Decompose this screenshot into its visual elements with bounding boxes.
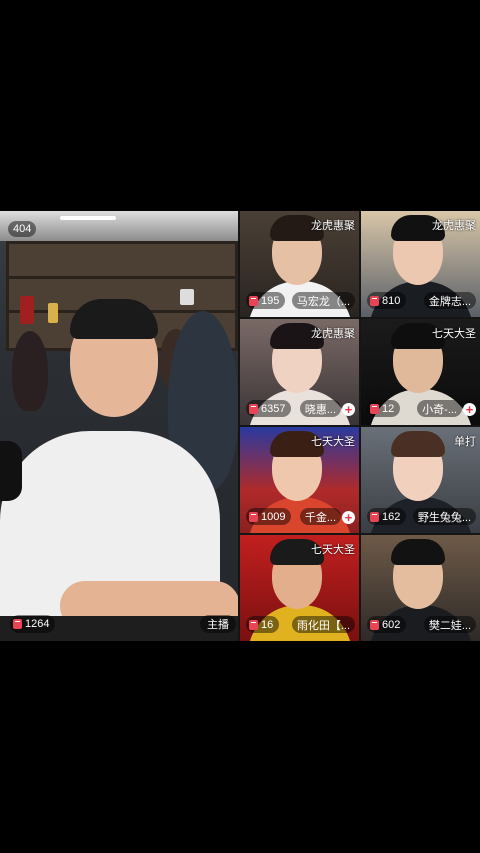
- guest-gift-count: 195: [246, 292, 286, 309]
- guest-gift-count: 810: [367, 292, 407, 309]
- guest-name[interactable]: 千金...: [299, 508, 341, 525]
- guest-gift-count: 602: [367, 616, 407, 633]
- guest-tile[interactable]: 龙虎惠聚 810 金牌志...: [361, 211, 480, 317]
- host-gift-count-value: 1264: [25, 618, 50, 630]
- guest-badge: 七天大圣: [311, 436, 355, 448]
- guest-gift-count: 12: [367, 400, 401, 417]
- guest-name-label: 小奇-...: [422, 403, 457, 416]
- guest-gift-count-value: 12: [382, 402, 395, 415]
- guest-name-label: 千金...: [304, 511, 336, 524]
- guest-name[interactable]: 雨化田【...: [291, 616, 355, 633]
- guest-tile[interactable]: 七天大圣 16 雨化田【...: [240, 535, 359, 641]
- guest-name[interactable]: 晓惠...: [299, 400, 341, 417]
- gift-icon: [249, 511, 258, 522]
- guest-gift-count: 1009: [246, 508, 292, 525]
- guest-gift-count: 6357: [246, 400, 292, 417]
- guest-name-label: 晓惠...: [304, 403, 336, 416]
- guest-name[interactable]: 樊二娃...: [423, 616, 476, 633]
- guest-badge: 单打: [454, 436, 476, 448]
- guest-badge: 龙虎惠聚: [311, 328, 355, 340]
- gift-icon: [370, 295, 379, 306]
- guest-gift-count: 162: [367, 508, 407, 525]
- guest-gift-count-value: 810: [382, 294, 401, 307]
- guest-badge: 龙虎惠聚: [311, 220, 355, 232]
- gift-icon: [249, 619, 258, 630]
- guest-name-label: 马宏龙（...: [296, 295, 350, 308]
- host-video[interactable]: 404 1264 主播: [0, 211, 238, 641]
- gift-icon: [249, 403, 258, 414]
- gift-icon: [370, 619, 379, 630]
- host-gift-count: 1264: [10, 615, 56, 633]
- follow-plus-icon[interactable]: +: [342, 403, 355, 416]
- guest-tile[interactable]: 龙虎惠聚 195 马宏龙（...: [240, 211, 359, 317]
- guest-name[interactable]: 金牌志...: [423, 292, 476, 309]
- guest-gift-count: 16: [246, 616, 280, 633]
- guest-gift-count-value: 602: [382, 618, 401, 631]
- host-role-label: 主播: [207, 619, 229, 631]
- microphone: [0, 441, 22, 501]
- host-role-tag: 主播: [200, 615, 236, 633]
- guest-tile[interactable]: 七天大圣 12 小奇-... +: [361, 319, 480, 425]
- guest-badge: 七天大圣: [432, 328, 476, 340]
- gift-icon: [13, 619, 22, 629]
- guest-gift-count-value: 162: [382, 510, 401, 523]
- guest-gift-count-value: 195: [261, 294, 280, 307]
- guest-tile[interactable]: 龙虎惠聚 6357 晓惠... +: [240, 319, 359, 425]
- follow-plus-icon[interactable]: +: [463, 403, 476, 416]
- guest-name-label: 野生兔兔...: [417, 511, 471, 524]
- gift-icon: [370, 511, 379, 522]
- gift-icon: [370, 403, 379, 414]
- viewer-count-value: 404: [13, 223, 32, 235]
- guest-gift-count-value: 6357: [261, 402, 286, 415]
- guest-badge: 龙虎惠聚: [432, 220, 476, 232]
- gift-icon: [249, 295, 258, 306]
- guest-name[interactable]: 小奇-...: [417, 400, 462, 417]
- guest-name-label: 雨化田【...: [296, 619, 350, 632]
- host-hair: [70, 299, 158, 339]
- guest-tile[interactable]: 七天大圣 1009 千金... +: [240, 427, 359, 533]
- guest-name-label: 樊二娃...: [428, 619, 471, 632]
- viewer-count: 404: [8, 221, 37, 237]
- guest-name-label: 金牌志...: [428, 295, 471, 308]
- guest-gift-count-value: 16: [261, 618, 274, 631]
- follow-plus-icon[interactable]: +: [342, 511, 355, 524]
- guest-grid: 龙虎惠聚 195 马宏龙（... 龙虎惠聚 810 金牌志... 龙虎惠聚 63…: [240, 211, 480, 641]
- guest-tile[interactable]: 单打 162 野生兔兔...: [361, 427, 480, 533]
- guest-badge: 七天大圣: [311, 544, 355, 556]
- guest-tile[interactable]: 602 樊二娃...: [361, 535, 480, 641]
- guest-gift-count-value: 1009: [261, 510, 286, 523]
- live-stream-area: 404 1264 主播 龙虎惠聚 195 马宏龙（... 龙虎惠聚 810 金牌…: [0, 211, 480, 641]
- guest-name[interactable]: 野生兔兔...: [412, 508, 476, 525]
- guest-name[interactable]: 马宏龙（...: [291, 292, 355, 309]
